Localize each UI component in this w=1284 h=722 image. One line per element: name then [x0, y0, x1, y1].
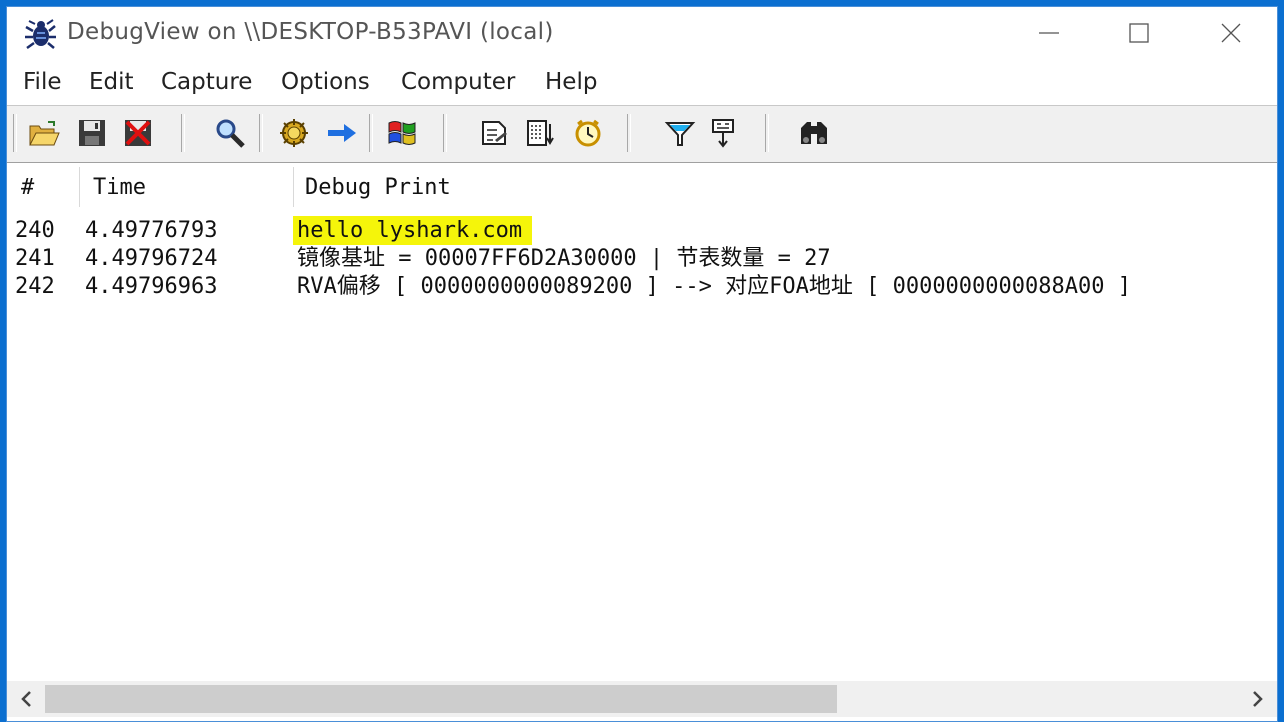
- scroll-left-button[interactable]: [7, 681, 45, 717]
- column-header-time[interactable]: Time: [93, 175, 146, 200]
- find-button[interactable]: [213, 116, 247, 150]
- list-header: # Time Debug Print: [7, 163, 1277, 207]
- window-title: DebugView on \\DESKTOP-B53PAVI (local): [67, 19, 554, 45]
- toolbar-separator: [369, 114, 373, 152]
- history-depth-icon: [527, 120, 554, 146]
- chevron-left-icon: [21, 691, 31, 707]
- toolbar-separator: [627, 114, 631, 152]
- toolbar-separator: [181, 114, 185, 152]
- history-depth-button[interactable]: [523, 116, 557, 150]
- column-divider[interactable]: [79, 167, 80, 207]
- minimize-icon: [1039, 32, 1059, 34]
- clear-display-button[interactable]: [121, 116, 155, 150]
- menu-computer[interactable]: Computer: [401, 69, 515, 95]
- menu-edit[interactable]: Edit: [89, 69, 134, 95]
- row-message: RVA偏移 [ 0000000000089200 ] --> 对应FOA地址 […: [297, 274, 1131, 299]
- debugview-window: DebugView on \\DESKTOP-B53PAVI (local) F…: [6, 6, 1278, 722]
- table-row[interactable]: 242 4.49796963 RVA偏移 [ 0000000000089200 …: [7, 273, 1277, 301]
- debug-output-list[interactable]: # Time Debug Print 240 4.49776793 hello …: [7, 163, 1277, 681]
- highlight-button[interactable]: [707, 116, 741, 150]
- time-format-button[interactable]: [477, 116, 511, 150]
- clear-display-icon: [125, 120, 151, 146]
- menu-help[interactable]: Help: [545, 69, 597, 95]
- minimize-button[interactable]: [1003, 7, 1095, 59]
- capture-icon: [280, 119, 308, 147]
- menu-capture[interactable]: Capture: [161, 69, 252, 95]
- horizontal-scrollbar[interactable]: [7, 681, 1277, 717]
- time-format-icon: [482, 121, 507, 145]
- row-time: 4.49776793: [85, 218, 218, 243]
- menu-options[interactable]: Options: [281, 69, 370, 95]
- save-button[interactable]: [75, 116, 109, 150]
- title-bar[interactable]: DebugView on \\DESKTOP-B53PAVI (local): [7, 7, 1277, 63]
- row-number: 241: [15, 246, 55, 271]
- clock-time-icon: [575, 119, 601, 147]
- bug-app-icon: [25, 19, 56, 50]
- table-row[interactable]: 241 4.49796724 镜像基址 = 00007FF6D2A30000 |…: [7, 245, 1277, 273]
- find-icon: [216, 119, 245, 148]
- chevron-right-icon: [1253, 691, 1263, 707]
- maximize-button[interactable]: [1093, 7, 1185, 59]
- row-message: hello lyshark.com: [293, 216, 533, 245]
- column-header-debug-print[interactable]: Debug Print: [305, 175, 451, 200]
- open-button[interactable]: [27, 116, 61, 150]
- toolbar-separator: [765, 114, 769, 152]
- table-row[interactable]: 240 4.49776793 hello lyshark.com: [7, 216, 1277, 245]
- capture-win32-button[interactable]: [385, 116, 419, 150]
- capture-button[interactable]: [277, 116, 311, 150]
- row-number: 240: [15, 218, 55, 243]
- autoscroll-arrow-icon: [328, 124, 356, 142]
- maximize-icon: [1129, 23, 1149, 43]
- column-divider[interactable]: [293, 167, 294, 207]
- row-time: 4.49796724: [85, 246, 218, 271]
- scroll-thumb[interactable]: [45, 685, 837, 713]
- highlighted-message: hello lyshark.com: [293, 216, 533, 245]
- toolbar-separator: [13, 114, 17, 152]
- clock-time-button[interactable]: [571, 116, 605, 150]
- highlight-icon: [712, 119, 734, 148]
- open-folder-icon: [29, 121, 60, 146]
- find-binoculars-icon: [801, 122, 827, 144]
- menu-bar: File Edit Capture Options Computer Help: [7, 65, 1277, 105]
- close-icon: [1221, 23, 1241, 43]
- menu-file[interactable]: File: [23, 69, 62, 95]
- close-button[interactable]: [1185, 7, 1277, 59]
- row-number: 242: [15, 274, 55, 299]
- toolbar-separator: [443, 114, 447, 152]
- windows-capture-icon: [388, 121, 416, 145]
- find-binoculars-button[interactable]: [797, 116, 831, 150]
- row-message: 镜像基址 = 00007FF6D2A30000 | 节表数量 = 27: [297, 246, 831, 271]
- column-header-number[interactable]: #: [21, 175, 34, 200]
- autoscroll-button[interactable]: [325, 116, 359, 150]
- toolbar-separator: [259, 114, 263, 152]
- filter-button[interactable]: [663, 116, 697, 150]
- save-icon: [79, 120, 105, 146]
- toolbar: [7, 105, 1277, 163]
- scroll-right-button[interactable]: [1239, 681, 1277, 717]
- filter-icon: [664, 122, 696, 146]
- row-time: 4.49796963: [85, 274, 218, 299]
